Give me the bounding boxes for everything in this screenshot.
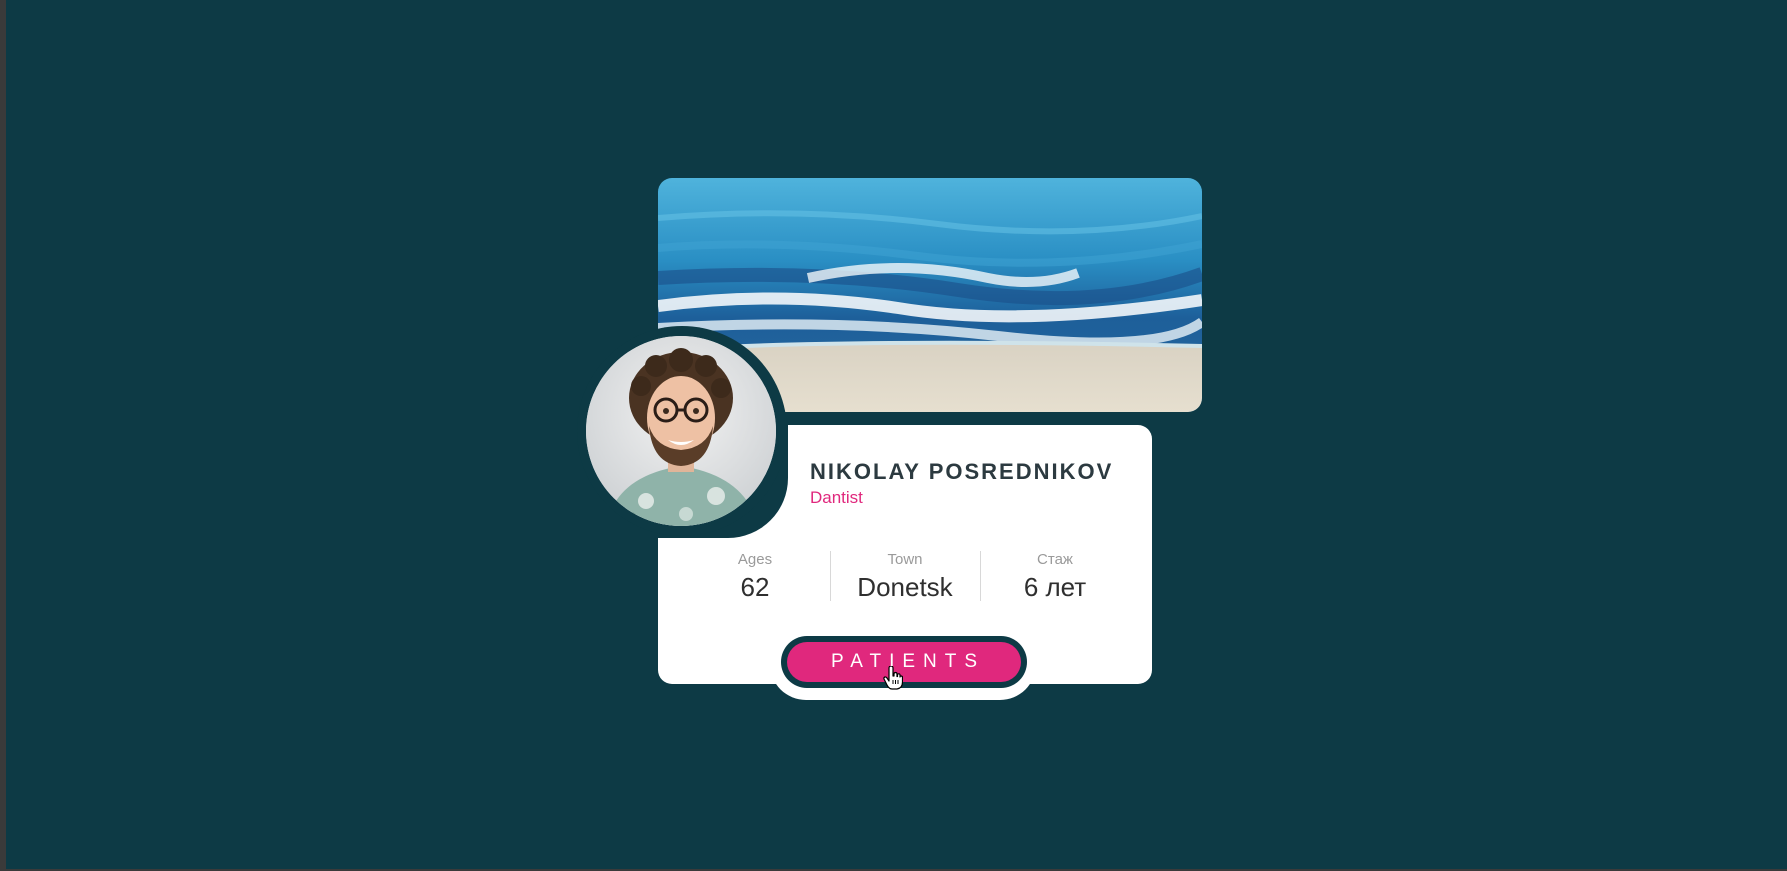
hand-pointer-icon: [883, 665, 904, 695]
profile-name: NIKOLAY POSREDNIKOV: [810, 459, 1114, 484]
stats-row: Ages 62 Town Donetsk Стаж 6 лет: [680, 551, 1130, 602]
stat-value: Donetsk: [857, 572, 953, 602]
stat-ages: Ages 62: [680, 551, 830, 602]
stat-value: 62: [740, 572, 770, 602]
stat-value: 6 лет: [1023, 572, 1087, 602]
profile-role: Dantist: [810, 488, 863, 507]
stat-label: Town: [887, 551, 923, 568]
stat-label: Ages: [737, 551, 773, 568]
stat-experience: Стаж 6 лет: [980, 551, 1130, 602]
stat-label: Стаж: [1037, 551, 1073, 568]
avatar: [586, 336, 776, 526]
patients-button[interactable]: PATIENTS: [787, 642, 1021, 682]
stat-town: Town Donetsk: [830, 551, 980, 602]
